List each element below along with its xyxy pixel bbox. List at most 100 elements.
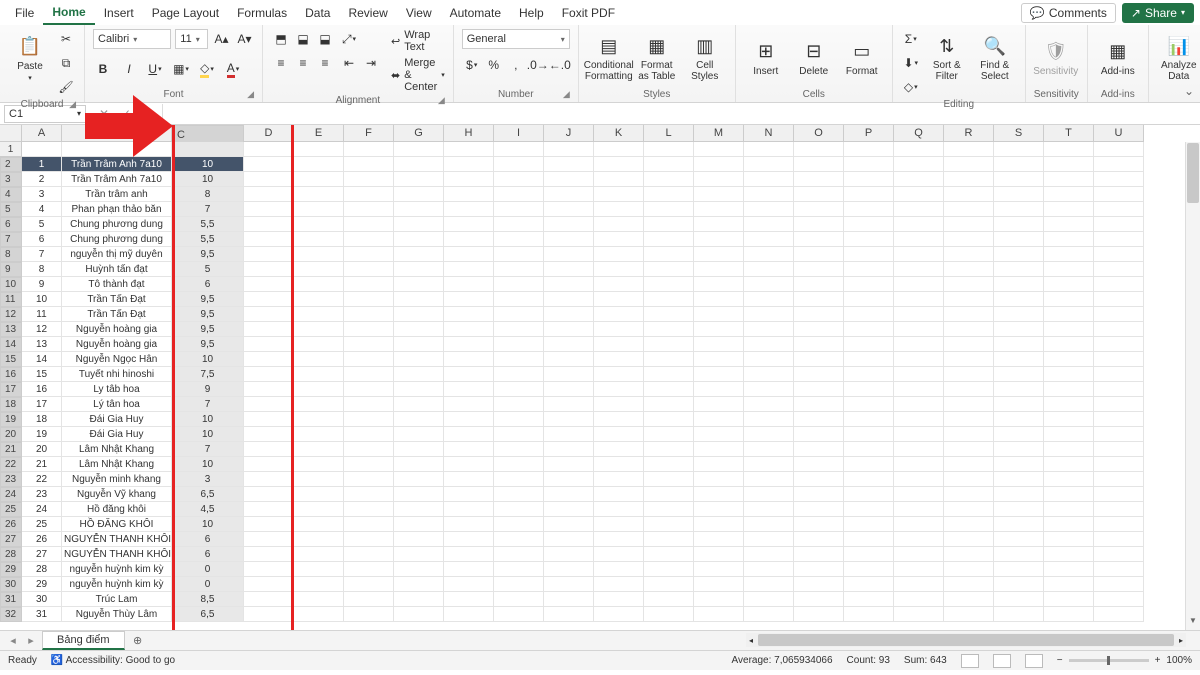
cell[interactable] [694, 532, 744, 547]
cell[interactable] [1044, 142, 1094, 157]
cell[interactable] [994, 427, 1044, 442]
cell[interactable] [694, 412, 744, 427]
cell[interactable] [544, 217, 594, 232]
cell[interactable]: 7 [172, 442, 244, 457]
cell[interactable] [244, 202, 294, 217]
cell[interactable]: 9,5 [172, 337, 244, 352]
cell[interactable] [394, 562, 444, 577]
cell[interactable] [894, 412, 944, 427]
cell[interactable]: nguyễn huỳnh kim kỳ [62, 577, 172, 592]
cell[interactable] [1094, 367, 1144, 382]
column-header-K[interactable]: K [594, 125, 644, 142]
cell[interactable] [494, 247, 544, 262]
cell[interactable] [444, 172, 494, 187]
cell[interactable] [394, 532, 444, 547]
cell[interactable] [894, 427, 944, 442]
cell[interactable]: Tô thành đạt [62, 277, 172, 292]
cell[interactable] [1044, 382, 1094, 397]
cell[interactable] [794, 217, 844, 232]
cell[interactable] [444, 517, 494, 532]
cell[interactable] [444, 487, 494, 502]
cell[interactable] [894, 307, 944, 322]
cell[interactable] [544, 532, 594, 547]
cell[interactable]: 10 [172, 172, 244, 187]
format-as-table-button[interactable]: ▦Format as Table [635, 29, 679, 87]
cell[interactable] [294, 607, 344, 622]
cell[interactable]: 8,5 [172, 592, 244, 607]
cell[interactable] [394, 352, 444, 367]
column-header-F[interactable]: F [344, 125, 394, 142]
cell[interactable] [594, 397, 644, 412]
cell[interactable] [494, 157, 544, 172]
cell[interactable] [794, 352, 844, 367]
cell[interactable] [694, 487, 744, 502]
cell[interactable] [794, 247, 844, 262]
cell[interactable] [344, 142, 394, 157]
cell[interactable] [244, 307, 294, 322]
cell[interactable] [744, 517, 794, 532]
cell[interactable] [344, 607, 394, 622]
cell[interactable] [344, 217, 394, 232]
cell[interactable] [444, 412, 494, 427]
cell[interactable] [844, 157, 894, 172]
cell[interactable] [694, 397, 744, 412]
cell[interactable] [794, 502, 844, 517]
cell[interactable] [294, 202, 344, 217]
cell[interactable] [172, 142, 244, 157]
cell[interactable] [494, 352, 544, 367]
cell[interactable] [1044, 592, 1094, 607]
row-header[interactable]: 11 [0, 292, 22, 307]
cell[interactable] [62, 142, 172, 157]
cell[interactable] [794, 307, 844, 322]
cell[interactable] [394, 202, 444, 217]
cell[interactable] [844, 487, 894, 502]
cell[interactable] [794, 532, 844, 547]
cell[interactable] [894, 187, 944, 202]
cell[interactable] [694, 187, 744, 202]
cell[interactable] [744, 352, 794, 367]
cell[interactable] [1094, 562, 1144, 577]
cell[interactable] [744, 262, 794, 277]
row-header[interactable]: 24 [0, 487, 22, 502]
cell[interactable] [1044, 352, 1094, 367]
cell[interactable] [644, 277, 694, 292]
conditional-formatting-button[interactable]: ▤Conditional Formatting [587, 29, 631, 87]
column-header-O[interactable]: O [794, 125, 844, 142]
column-header-D[interactable]: D [244, 125, 294, 142]
addins-button[interactable]: ▦Add-ins [1096, 29, 1140, 87]
align-middle-button[interactable]: ⬓ [293, 29, 313, 49]
cell[interactable] [444, 607, 494, 622]
cell[interactable] [394, 577, 444, 592]
cell[interactable] [594, 457, 644, 472]
cell[interactable] [594, 607, 644, 622]
cell[interactable] [944, 427, 994, 442]
cell[interactable] [344, 487, 394, 502]
cell[interactable]: 31 [22, 607, 62, 622]
cell[interactable] [844, 577, 894, 592]
cell[interactable] [794, 472, 844, 487]
cell[interactable]: Nguyễn minh khang [62, 472, 172, 487]
cell[interactable] [244, 172, 294, 187]
cell[interactable]: Phan phạn thảo băn [62, 202, 172, 217]
cell[interactable] [1094, 217, 1144, 232]
cell[interactable] [694, 607, 744, 622]
cell[interactable] [894, 592, 944, 607]
cell[interactable] [894, 382, 944, 397]
cell[interactable] [444, 202, 494, 217]
cell[interactable] [844, 292, 894, 307]
percent-button[interactable]: % [484, 55, 504, 75]
cell[interactable] [744, 442, 794, 457]
cell[interactable] [844, 532, 894, 547]
cell[interactable] [344, 457, 394, 472]
cell[interactable] [1044, 172, 1094, 187]
cell[interactable] [744, 247, 794, 262]
cell[interactable] [644, 532, 694, 547]
cell[interactable] [544, 157, 594, 172]
cell[interactable] [644, 292, 694, 307]
cell[interactable] [344, 277, 394, 292]
cell[interactable] [694, 172, 744, 187]
cell[interactable] [294, 142, 344, 157]
cell[interactable] [294, 442, 344, 457]
row-header[interactable]: 19 [0, 412, 22, 427]
cell[interactable] [344, 202, 394, 217]
